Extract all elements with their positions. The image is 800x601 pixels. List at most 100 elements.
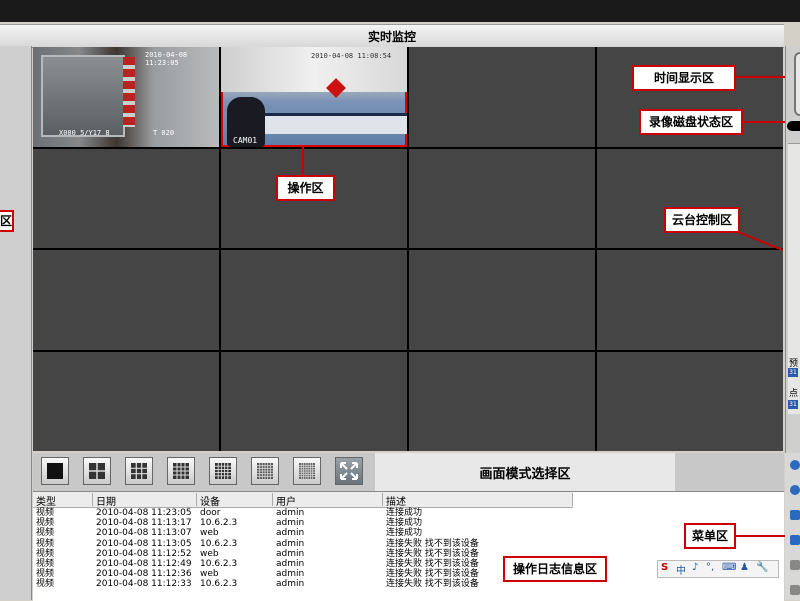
log-row[interactable]: 视频 2010-04-08 11:12:49 10.6.2.3 admin 连接失败 找… — [33, 559, 573, 569]
ime-halfwidth-icon[interactable]: ♪ — [692, 562, 698, 573]
video-cell-5[interactable] — [33, 148, 219, 248]
video-cell-2-selected[interactable]: 2010-04-08 11:08:54 CAM01 — [221, 47, 407, 147]
log-cell-date: 2010-04-08 11:13:07 — [96, 528, 192, 539]
log-header-desc[interactable]: 描述 — [383, 493, 573, 508]
annotation-log-info: 操作日志信息区 — [503, 556, 607, 582]
log-cell-type: 视频 — [36, 579, 55, 590]
log-cell-user: admin — [276, 538, 305, 549]
layout-1x1-button[interactable] — [41, 457, 69, 485]
annotation-operation-area: 操作区 — [276, 175, 335, 201]
log-cell-user: admin — [276, 559, 305, 569]
ime-keyboard-icon[interactable]: ⌨ — [722, 562, 736, 573]
camera-scene — [123, 57, 135, 127]
log-header-device[interactable]: 设备 — [197, 493, 273, 508]
log-cell-user: admin — [276, 518, 305, 529]
log-cell-device: 10.6.2.3 — [200, 579, 238, 590]
log-header-type[interactable]: 类型 — [33, 493, 93, 508]
menu-panel — [785, 453, 800, 600]
annotation-text: 操作日志信息区 — [512, 562, 597, 576]
disk-status-indicator — [787, 121, 800, 131]
top-black-bar — [0, 0, 800, 22]
log-cell-device: 10.6.2.3 — [200, 518, 238, 529]
log-cell-desc: 连接成功 — [386, 518, 423, 529]
log-cell-desc: 连接失败 找不到该设备 — [386, 538, 479, 549]
menu-item-icon[interactable] — [790, 585, 800, 595]
video-cell-9[interactable] — [33, 250, 219, 350]
calendar-icon[interactable]: 31 — [788, 400, 798, 409]
menu-item-icon[interactable] — [790, 560, 800, 570]
log-cell-device: web — [200, 548, 219, 559]
log-row[interactable]: 视频 2010-04-08 11:12:33 10.6.2.3 admin 连接失败 找… — [33, 579, 573, 589]
log-header-date[interactable]: 日期 — [93, 493, 197, 508]
annotation-connector — [302, 147, 304, 175]
layout-7x7-button[interactable] — [293, 457, 321, 485]
layout-4x4-icon — [173, 463, 189, 479]
annotation-text: 菜单区 — [692, 529, 729, 543]
annotation-menu-area: 菜单区 — [684, 523, 736, 549]
cam1-overlay-t: T 020 — [153, 129, 175, 137]
ime-logo-icon[interactable]: S — [661, 562, 668, 573]
video-grid: 2010-04-08 11:23:05 X080 5/Y17 8 T 020 2… — [33, 47, 783, 451]
video-cell-13[interactable] — [33, 351, 219, 451]
calendar-icon[interactable]: 31 — [788, 368, 798, 377]
menu-item-icon[interactable] — [790, 460, 800, 470]
ime-toolbar[interactable]: S 中 ♪ °, ⌨ ♟ 🔧 — [657, 560, 779, 578]
log-row[interactable]: 视频 2010-04-08 11:13:17 10.6.2.3 admin 连接成功 — [33, 518, 573, 528]
log-row[interactable]: 视频 2010-04-08 11:12:52 web admin 连接失败 找不到该设备 — [33, 549, 573, 559]
log-cell-date: 2010-04-08 11:13:17 — [96, 518, 192, 529]
operation-log-table[interactable]: 类型 日期 设备 用户 描述 视频 2010-04-08 11:23:05 door… — [33, 491, 784, 601]
layout-2x2-button[interactable] — [83, 457, 111, 485]
log-row[interactable]: 视频 2010-04-08 11:12:36 web admin 连接失败 找不到该设备 — [33, 569, 573, 579]
layout-4x4-button[interactable] — [167, 457, 195, 485]
log-header-user[interactable]: 用户 — [273, 493, 383, 508]
log-cell-date: 2010-04-08 11:13:05 — [96, 538, 192, 549]
annotation-text: 时间显示区 — [653, 71, 714, 85]
video-cell-3[interactable] — [409, 47, 595, 147]
video-cell-1[interactable]: 2010-04-08 11:23:05 X080 5/Y17 8 T 020 — [33, 47, 219, 147]
log-cell-user: admin — [276, 579, 305, 590]
video-cell-11[interactable] — [409, 250, 595, 350]
log-cell-date: 2010-04-08 11:12:36 — [96, 569, 192, 580]
log-cell-desc: 连接失败 找不到该设备 — [386, 559, 479, 569]
video-cell-16[interactable] — [597, 351, 783, 451]
video-cell-15[interactable] — [409, 351, 595, 451]
video-cell-12[interactable] — [597, 250, 783, 350]
ime-user-icon[interactable]: ♟ — [740, 562, 749, 573]
annotation-connector — [734, 535, 786, 537]
annotation-connector — [734, 76, 786, 78]
menu-item-icon[interactable] — [790, 510, 800, 520]
log-row[interactable]: 视频 2010-04-08 11:13:05 10.6.2.3 admin 连接失败 找… — [33, 539, 573, 549]
log-cell-desc: 连接失败 找不到该设备 — [386, 569, 479, 580]
layout-6x6-button[interactable] — [251, 457, 279, 485]
menu-item-icon[interactable] — [790, 485, 800, 495]
video-cell-7[interactable] — [409, 148, 595, 248]
layout-2x2-icon — [89, 463, 105, 479]
fullscreen-icon — [340, 462, 358, 480]
log-cell-type: 视频 — [36, 569, 55, 580]
layout-5x5-button[interactable] — [209, 457, 237, 485]
menu-item-icon[interactable] — [790, 535, 800, 545]
layout-6x6-icon — [257, 463, 273, 479]
log-cell-device: web — [200, 528, 219, 539]
log-row[interactable]: 视频 2010-04-08 11:23:05 door admin 连接成功 — [33, 508, 573, 518]
cam2-label: CAM01 — [233, 136, 258, 145]
ime-punctuation-icon[interactable]: °, — [706, 562, 714, 573]
video-cell-8[interactable] — [597, 148, 783, 248]
layout-1x1-icon — [47, 463, 63, 479]
log-cell-type: 视频 — [36, 528, 55, 539]
log-cell-desc: 连接失败 找不到该设备 — [386, 548, 479, 559]
log-cell-date: 2010-04-08 11:12:33 — [96, 579, 192, 590]
log-cell-type: 视频 — [36, 508, 55, 518]
video-cell-14[interactable] — [221, 351, 407, 451]
annotation-connector — [741, 121, 786, 123]
ime-settings-icon[interactable]: 🔧 — [756, 562, 768, 573]
cam2-timestamp: 2010-04-08 11:08:54 — [311, 52, 392, 60]
log-cell-device: 10.6.2.3 — [200, 559, 238, 569]
log-row[interactable]: 视频 2010-04-08 11:13:07 web admin 连接成功 — [33, 528, 573, 538]
log-cell-user: admin — [276, 508, 305, 518]
video-cell-10[interactable] — [221, 250, 407, 350]
ime-chinese-mode[interactable]: 中 — [676, 562, 686, 577]
layout-3x3-button[interactable] — [125, 457, 153, 485]
log-cell-type: 视频 — [36, 538, 55, 549]
fullscreen-button[interactable] — [335, 457, 363, 485]
